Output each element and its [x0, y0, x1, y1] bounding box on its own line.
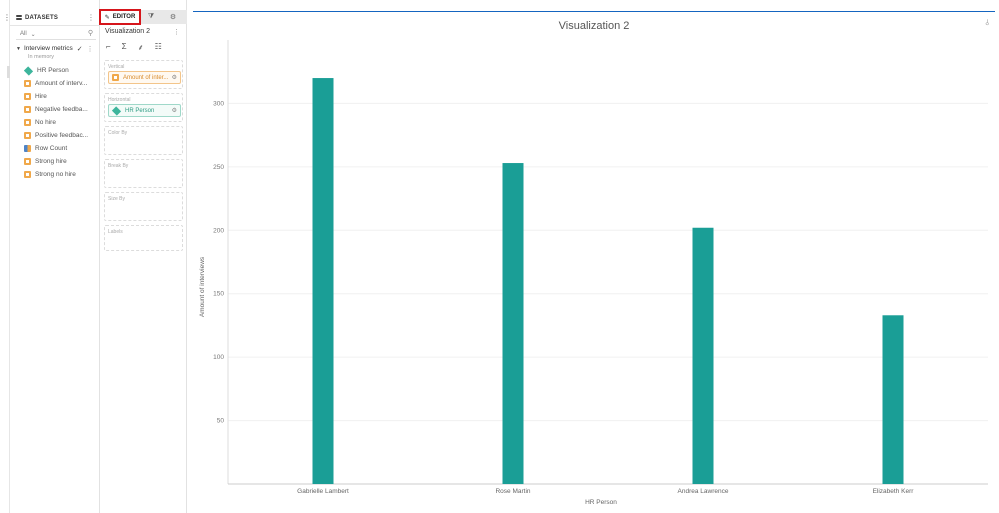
dataset-group[interactable]: ▼ Interview metrics ✓ ⋮	[16, 43, 100, 54]
pencil-icon: ✎	[104, 14, 110, 21]
measure-icon	[24, 158, 31, 165]
visualization-name[interactable]: Visualization 2	[105, 28, 150, 35]
shelf-labels[interactable]: Labels	[104, 225, 183, 251]
shelf-label: Labels	[108, 229, 123, 235]
datasets-panel: DATASETS ⋮ All ⌄ ⚲ ▼ Interview metrics ✓…	[10, 0, 100, 513]
shelf-label: Vertical	[108, 64, 125, 70]
y-tick-label: 200	[213, 227, 224, 234]
shelf-color-by[interactable]: Color By	[104, 126, 183, 155]
measure-icon	[24, 106, 31, 113]
field-label: Strong hire	[35, 158, 67, 165]
field-label: Row Count	[35, 145, 68, 152]
field-label: Strong no hire	[35, 171, 76, 178]
measure-icon	[24, 80, 31, 87]
bar	[502, 163, 524, 484]
y-axis-title: Amount of interviews	[199, 256, 206, 317]
sigma-icon[interactable]: Σ	[122, 42, 127, 53]
brush-icon[interactable]: ⸙	[138, 42, 144, 53]
datasets-filter[interactable]: All ⌄ ⚲	[16, 29, 96, 40]
measure-icon	[24, 93, 31, 100]
field-label: Positive feedbac...	[35, 132, 89, 139]
chart-type-icon[interactable]: ⌐	[106, 42, 111, 53]
field-item[interactable]: HR Person	[24, 64, 100, 77]
datasets-title: DATASETS	[25, 14, 59, 21]
field-label: Negative feedba...	[35, 106, 88, 113]
field-item[interactable]: Hire	[24, 90, 100, 103]
pill-options-icon[interactable]: ⚙	[172, 74, 177, 81]
field-label: Amount of interv...	[35, 80, 88, 87]
bar-chart: 50 100 150 200 250 300 Gabrielle Lambert Rose M…	[199, 40, 988, 506]
check-icon: ✓	[76, 45, 83, 53]
y-tick-label: 150	[213, 291, 224, 298]
chevron-down-icon[interactable]: ⌄	[31, 31, 36, 38]
shelf-label: Size By	[108, 196, 125, 202]
editor-toolbar: ⌐ Σ ⸙ ☷	[106, 42, 162, 53]
datasets-header: DATASETS ⋮	[10, 10, 100, 26]
shelf-label: Horizontal	[108, 97, 131, 103]
sliders-icon[interactable]: ☷	[155, 42, 162, 53]
field-item[interactable]: Positive feedbac...	[24, 129, 100, 142]
field-label: Hire	[35, 93, 47, 100]
dimension-icon	[111, 105, 122, 116]
left-rail: ⋮	[0, 0, 11, 513]
tab-filters[interactable]: ⧩	[140, 10, 162, 24]
bar	[692, 227, 714, 484]
dataset-more-icon[interactable]: ⋮	[87, 45, 94, 53]
count-icon	[24, 145, 31, 152]
field-pill[interactable]: HR Person ⚙	[108, 104, 181, 117]
field-pill[interactable]: Amount of inter... ⚙	[108, 71, 181, 84]
shelf-vertical[interactable]: Vertical Amount of inter... ⚙	[104, 60, 183, 89]
caret-down-icon[interactable]: ▼	[16, 46, 21, 52]
measure-icon	[24, 132, 31, 139]
dimension-icon	[24, 65, 34, 76]
datasets-more-icon[interactable]: ⋮	[87, 13, 95, 22]
y-tick-label: 100	[213, 354, 224, 361]
field-pill-label: HR Person	[125, 107, 155, 114]
visualization-canvas: Visualization 2 ⫰ 50 100 150 200 250 300 Gabri…	[193, 11, 995, 509]
field-item[interactable]: Strong no hire	[24, 168, 100, 181]
filter-select[interactable]: All	[20, 31, 27, 37]
tab-editor[interactable]: ✎ EDITOR	[99, 9, 141, 25]
y-tick-label: 50	[217, 418, 225, 425]
shelf-size-by[interactable]: Size By	[104, 192, 183, 221]
dataset-source: In memory	[28, 54, 54, 60]
field-pill-label: Amount of inter...	[123, 74, 169, 81]
editor-panel: ✎ EDITOR ⧩ ⚙ Visualization 2 ⋮ ⌐ Σ ⸙ ☷ V…	[99, 0, 187, 513]
gear-icon: ⚙	[169, 14, 177, 21]
shelf-horizontal[interactable]: Horizontal HR Person ⚙	[104, 93, 183, 122]
measure-icon	[112, 74, 119, 81]
measure-icon	[24, 119, 31, 126]
dataset-name[interactable]: Interview metrics	[24, 45, 73, 52]
field-item[interactable]: Strong hire	[24, 155, 100, 168]
editor-tabs: ✎ EDITOR ⧩ ⚙	[99, 9, 187, 25]
field-item[interactable]: Amount of interv...	[24, 77, 100, 90]
bar	[882, 315, 904, 484]
x-axis-title: HR Person	[585, 499, 617, 506]
field-list: HR Person Amount of interv... Hire Negative…	[24, 64, 100, 181]
x-tick-label: Andrea Lawrence	[678, 488, 729, 495]
search-icon[interactable]: ⚲	[88, 29, 93, 37]
measure-icon	[24, 171, 31, 178]
shelf-label: Break By	[108, 163, 129, 169]
pill-options-icon[interactable]: ⚙	[172, 107, 177, 114]
x-tick-label: Gabrielle Lambert	[297, 488, 349, 495]
x-tick-label: Rose Martin	[495, 488, 530, 495]
x-tick-label: Elizabeth Kerr	[873, 488, 915, 495]
field-label: No hire	[35, 119, 56, 126]
filter-icon: ⧩	[147, 13, 155, 20]
shelf-break-by[interactable]: Break By	[104, 159, 183, 188]
y-tick-label: 250	[213, 164, 224, 171]
field-item[interactable]: Row Count	[24, 142, 100, 155]
field-item[interactable]: No hire	[24, 116, 100, 129]
database-icon	[16, 14, 22, 21]
visualization-more-icon[interactable]: ⋮	[173, 28, 180, 36]
y-tick-label: 300	[213, 100, 224, 107]
field-label: HR Person	[37, 67, 69, 74]
tab-settings[interactable]: ⚙	[162, 10, 184, 24]
shelf-label: Color By	[108, 130, 128, 136]
tab-editor-label: EDITOR	[112, 14, 136, 20]
field-item[interactable]: Negative feedba...	[24, 103, 100, 116]
bar	[312, 78, 334, 485]
